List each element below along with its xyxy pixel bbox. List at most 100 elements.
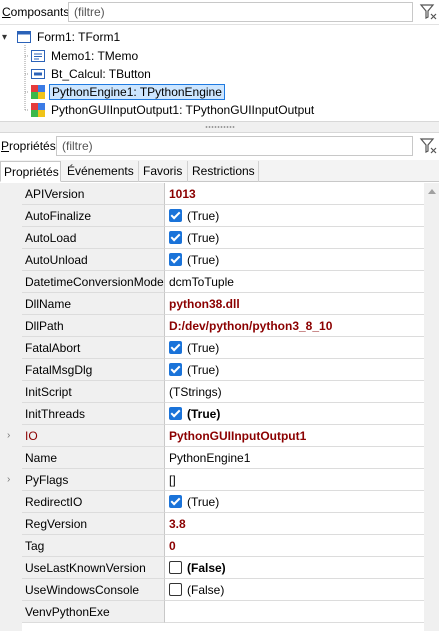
property-row[interactable]: AutoUnload (True) — [0, 249, 424, 271]
checkbox-checked[interactable] — [169, 341, 182, 354]
checkbox-unchecked[interactable] — [169, 583, 182, 596]
splitter-grip-icon[interactable] — [205, 126, 235, 128]
property-value-text: (TStrings) — [169, 385, 222, 399]
tree-item-label: Memo1: TMemo — [51, 49, 139, 63]
property-value[interactable]: (False) — [165, 579, 424, 601]
property-value-text: 3.8 — [169, 517, 186, 531]
property-name: AutoFinalize — [22, 205, 165, 227]
components-filter-input[interactable] — [68, 2, 413, 22]
property-name: IO — [22, 425, 165, 447]
property-row[interactable]: Tag 0 — [0, 535, 424, 557]
property-name: RedirectIO — [22, 491, 165, 513]
tree-item-label: PythonEngine1: TPythonEngine — [49, 84, 225, 100]
chevron-right-icon[interactable]: › — [7, 430, 10, 441]
tree-item-memo1[interactable]: Memo1: TMemo — [30, 47, 140, 65]
property-name: DllName — [22, 293, 165, 315]
property-name: Tag — [22, 535, 165, 557]
property-row[interactable]: APIVersion 1013 — [0, 183, 424, 205]
tree-item-python-gui-io1[interactable]: PythonGUIInputOutput1: TPythonGUIInputOu… — [30, 101, 316, 119]
python-io-icon — [31, 103, 45, 117]
property-row[interactable]: › IO PythonGUIInputOutput1 — [0, 425, 424, 447]
filter-icon[interactable] — [419, 3, 437, 21]
tab-restrictions[interactable]: Restrictions — [189, 161, 259, 182]
property-value[interactable]: dcmToTuple — [165, 271, 424, 293]
property-row[interactable]: UseWindowsConsole (False) — [0, 579, 424, 601]
property-value[interactable]: 1013 — [165, 183, 424, 205]
property-value[interactable]: 0 — [165, 535, 424, 557]
checkbox-unchecked[interactable] — [169, 561, 182, 574]
properties-header: Propriétés — [0, 134, 439, 160]
property-row[interactable]: InitScript (TStrings) — [0, 381, 424, 403]
filter-icon[interactable] — [419, 137, 437, 155]
property-value[interactable]: (True) — [165, 249, 424, 271]
properties-title: Propriétés — [1, 139, 56, 153]
property-value-text: [] — [169, 473, 176, 487]
property-value[interactable]: PythonGUIInputOutput1 — [165, 425, 424, 447]
checkbox-checked[interactable] — [169, 253, 182, 266]
property-value[interactable]: (True) — [165, 491, 424, 513]
property-name: APIVersion — [22, 183, 165, 205]
property-row[interactable]: AutoFinalize (True) — [0, 205, 424, 227]
property-name: RegVersion — [22, 513, 165, 535]
property-value[interactable]: (True) — [165, 337, 424, 359]
property-row[interactable]: DllPath D:/dev/python/python3_8_10 — [0, 315, 424, 337]
property-row[interactable]: › PyFlags [] — [0, 469, 424, 491]
tree-item-python-engine1[interactable]: PythonEngine1: TPythonEngine — [30, 83, 225, 101]
panel-splitter[interactable] — [0, 121, 439, 133]
memo-icon — [31, 50, 45, 62]
property-row[interactable]: RedirectIO (True) — [0, 491, 424, 513]
property-row[interactable]: Name PythonEngine1 — [0, 447, 424, 469]
property-row[interactable]: FatalMsgDlg (True) — [0, 359, 424, 381]
property-value-text: (True) — [187, 209, 220, 223]
property-name: InitThreads — [22, 403, 165, 425]
property-value-text: (False) — [187, 561, 226, 575]
property-row[interactable]: InitThreads (True) — [0, 403, 424, 425]
property-value-text: (False) — [187, 583, 225, 597]
property-value-text: (True) — [187, 231, 220, 245]
property-value[interactable]: 3.8 — [165, 513, 424, 535]
checkbox-checked[interactable] — [169, 407, 182, 420]
property-value[interactable]: (True) — [165, 403, 424, 425]
property-row[interactable]: UseLastKnownVersion (False) — [0, 557, 424, 579]
property-row[interactable]: DllName python38.dll — [0, 293, 424, 315]
chevron-right-icon[interactable]: › — [7, 474, 10, 485]
scroll-up-arrow-icon[interactable] — [428, 189, 436, 194]
property-value[interactable]: (False) — [165, 557, 424, 579]
property-grid: APIVersion 1013 AutoFinalize (True) AutoLoad… — [0, 183, 424, 631]
property-row[interactable]: AutoLoad (True) — [0, 227, 424, 249]
properties-filter-input[interactable] — [56, 136, 413, 156]
property-value[interactable] — [165, 601, 424, 623]
property-grid-scrollbar[interactable] — [424, 183, 439, 631]
tab-proprietes[interactable]: Propriétés — [0, 161, 61, 182]
checkbox-checked[interactable] — [169, 495, 182, 508]
property-value[interactable]: PythonEngine1 — [165, 447, 424, 469]
property-row[interactable]: DatetimeConversionMode dcmToTuple — [0, 271, 424, 293]
property-value-text: dcmToTuple — [169, 275, 234, 289]
checkbox-checked[interactable] — [169, 363, 182, 376]
property-value-text: PythonEngine1 — [169, 451, 251, 465]
property-name: FatalMsgDlg — [22, 359, 165, 381]
property-row[interactable]: RegVersion 3.8 — [0, 513, 424, 535]
property-name: UseWindowsConsole — [22, 579, 165, 601]
checkbox-checked[interactable] — [169, 209, 182, 222]
property-value[interactable]: D:/dev/python/python3_8_10 — [165, 315, 424, 337]
property-row[interactable]: FatalAbort (True) — [0, 337, 424, 359]
checkbox-checked[interactable] — [169, 231, 182, 244]
property-name: DatetimeConversionMode — [22, 271, 165, 293]
property-value-text: (True) — [187, 341, 220, 355]
property-row[interactable]: VenvPythonExe — [0, 601, 424, 623]
tree-item-form1[interactable]: ▾ Form1: TForm1 — [2, 28, 122, 46]
property-value[interactable]: (True) — [165, 227, 424, 249]
chevron-down-icon[interactable]: ▾ — [2, 32, 14, 43]
property-value-text: 0 — [169, 539, 176, 553]
property-value[interactable]: python38.dll — [165, 293, 424, 315]
property-value[interactable]: (True) — [165, 359, 424, 381]
property-value-text: 1013 — [169, 187, 196, 201]
property-value[interactable]: (True) — [165, 205, 424, 227]
property-value-text: (True) — [187, 363, 220, 377]
tree-item-bt-calcul[interactable]: Bt_Calcul: TButton — [30, 65, 153, 83]
tab-favoris[interactable]: Favoris — [140, 161, 188, 182]
tab-evenements[interactable]: Événements — [64, 161, 139, 182]
property-value[interactable]: [] — [165, 469, 424, 491]
property-value[interactable]: (TStrings) — [165, 381, 424, 403]
